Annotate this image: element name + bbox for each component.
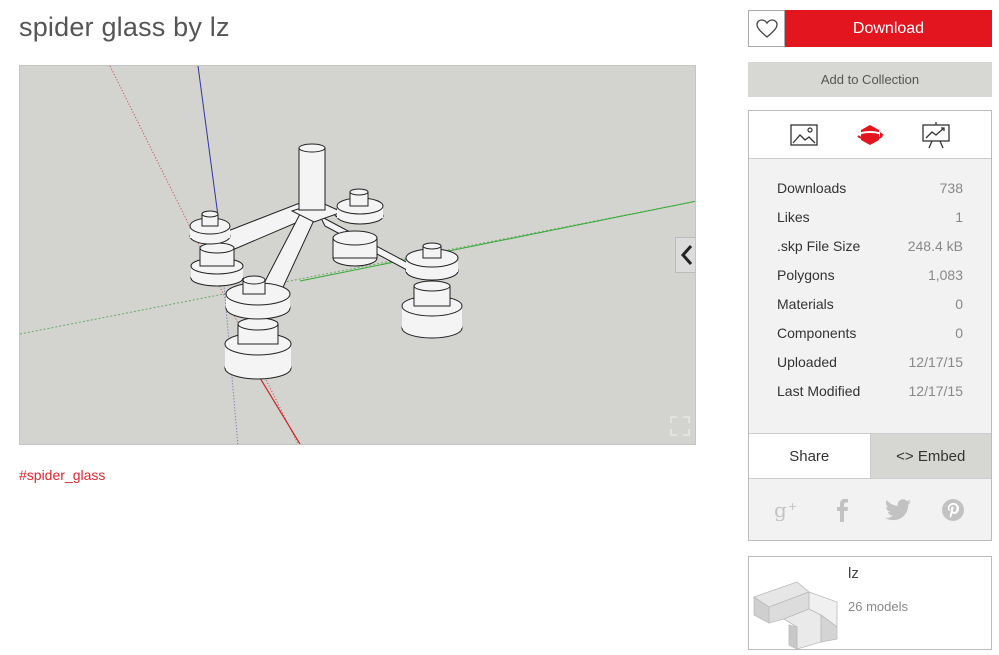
stat-row: Uploaded 12/17/15 [777,347,963,376]
svg-text:+: + [788,500,797,513]
page-title: spider glass by lz [19,12,230,42]
model-scene[interactable] [20,66,696,445]
presentation-chart-icon [922,121,950,148]
stat-label: Uploaded [777,353,837,370]
svg-text:g: g [774,499,787,521]
author-name[interactable]: lz [848,565,859,582]
action-sidebar: Download Add to Collection [748,10,992,97]
add-to-collection-button[interactable]: Add to Collection [748,62,992,97]
stat-value: 738 [939,179,963,196]
fullscreen-icon[interactable] [670,416,690,436]
facebook-icon[interactable] [828,496,856,524]
heart-icon [755,18,778,38]
presentation-view-toggle[interactable] [920,119,952,151]
collapse-panel-button[interactable] [675,237,695,273]
stat-row: Downloads 738 [777,173,963,202]
image-view-toggle[interactable] [788,119,820,151]
stat-row: Last Modified 12/17/15 [777,376,963,405]
tab-embed[interactable]: <> Embed [869,434,991,478]
blue-axis [197,66,219,217]
stat-value: 248.4 kB [907,237,963,254]
author-card[interactable]: lz 26 models [748,556,992,650]
share-tabs: Share <> Embed [749,433,991,479]
social-share-links: g + [749,479,991,540]
stat-value: 12/17/15 [908,353,964,370]
stat-row: .skp File Size 248.4 kB [777,231,963,260]
stat-label: .skp File Size [777,237,861,254]
stat-value: 12/17/15 [908,382,964,399]
download-button[interactable]: Download [785,10,992,47]
stat-label: Likes [777,208,810,225]
3d-view-toggle[interactable] [854,119,886,151]
stat-label: Polygons [777,266,835,283]
author-model-count: 26 models [848,599,908,614]
chevron-left-icon [680,245,692,265]
tab-share[interactable]: Share [749,434,870,478]
view-mode-toggles [749,111,991,159]
stat-label: Last Modified [777,382,861,399]
stat-label: Downloads [777,179,847,196]
stat-label: Components [777,324,857,341]
stat-value: 0 [955,324,963,341]
model-info-panel: Downloads 738 Likes 1 .skp File Size 248… [748,110,992,541]
stat-row: Polygons 1,083 [777,260,963,289]
stat-row: Likes 1 [777,202,963,231]
model-stats: Downloads 738 Likes 1 .skp File Size 248… [749,159,991,433]
author-avatar[interactable] [749,557,841,649]
image-icon [790,123,818,146]
twitter-icon[interactable] [884,496,912,524]
pinterest-icon[interactable] [939,496,967,524]
like-button[interactable] [748,10,785,47]
google-plus-icon[interactable]: g + [773,496,801,524]
stat-value: 1 [955,208,963,225]
3d-rotate-icon [857,124,884,145]
stat-value: 1,083 [927,266,963,283]
3d-model-viewer[interactable] [19,65,696,445]
download-row: Download [748,10,992,47]
tag-link[interactable]: #spider_glass [19,467,105,483]
stat-label: Materials [777,295,834,312]
stat-row: Components 0 [777,318,963,347]
stat-value: 0 [955,295,963,312]
stat-row: Materials 0 [777,289,963,318]
